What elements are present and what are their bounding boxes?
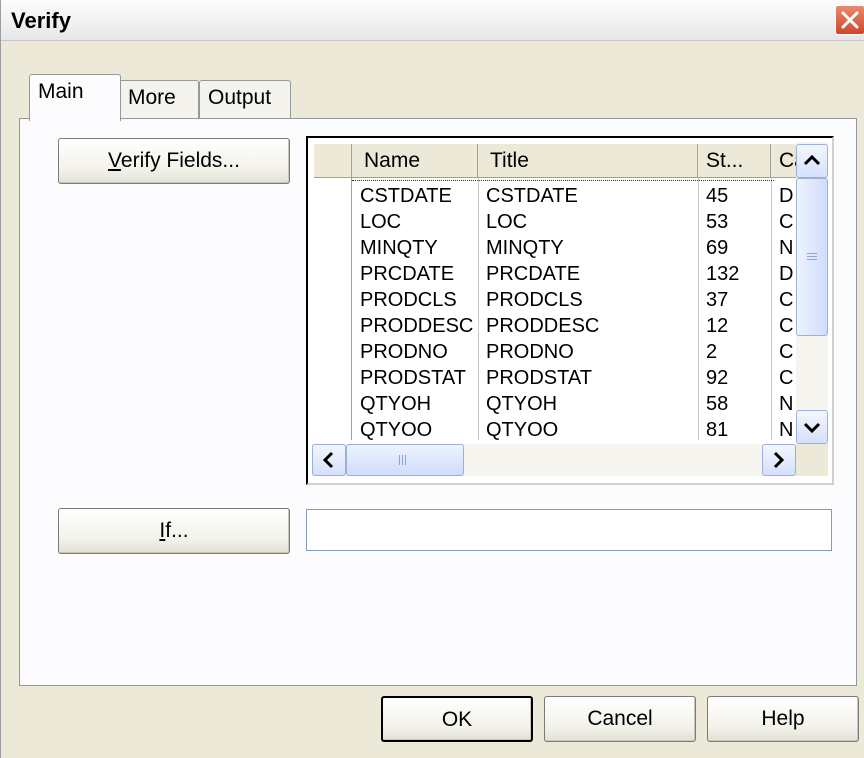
cell-st: 37 <box>706 289 729 311</box>
scrollbar-corner <box>796 444 828 476</box>
if-condition-field[interactable] <box>306 509 832 551</box>
cell-title: CSTDATE <box>486 185 578 207</box>
vertical-scrollbar[interactable] <box>796 142 828 444</box>
scroll-down-button[interactable] <box>796 410 828 444</box>
table-row[interactable]: PRODDESC PRODDESC 12 C <box>352 314 804 338</box>
cell-title: QTYOH <box>486 393 558 415</box>
tab-more[interactable]: More <box>119 80 199 118</box>
grip-line <box>807 259 817 260</box>
grid-corner-header <box>314 144 352 178</box>
table-row[interactable]: QTYOH QTYOH 58 N <box>352 392 804 416</box>
column-header-st[interactable]: St... <box>698 144 771 178</box>
cell-st: 69 <box>706 237 729 259</box>
cell-st: 132 <box>706 263 740 285</box>
table-row[interactable]: CSTDATE CSTDATE 45 D <box>352 184 804 208</box>
cell-st: 12 <box>706 315 729 337</box>
table-row[interactable]: LOC LOC 53 C <box>352 210 804 234</box>
chevron-up-icon <box>803 154 821 166</box>
verify-fields-label: Verify Fields... <box>108 149 240 172</box>
column-header-title[interactable]: Title <box>478 144 698 178</box>
cell-title: LOC <box>486 211 528 233</box>
cell-name: PRODNO <box>360 341 448 363</box>
cell-title: PRCDATE <box>486 263 581 285</box>
cell-name: LOC <box>360 211 402 233</box>
scroll-up-button[interactable] <box>796 144 828 178</box>
cell-name: PRODSTAT <box>360 367 466 389</box>
chevron-left-icon <box>322 451 334 469</box>
help-button[interactable]: Help <box>707 696 859 742</box>
verify-fields-button[interactable]: Verify Fields... <box>58 138 290 184</box>
cell-st: 45 <box>706 185 729 207</box>
chevron-down-icon <box>803 422 821 434</box>
tab-output[interactable]: Output <box>199 80 291 118</box>
grip-line <box>402 455 403 465</box>
cell-st: 92 <box>706 367 729 389</box>
table-row[interactable]: MINQTY MINQTY 69 N <box>352 236 804 260</box>
column-header-name[interactable]: Name <box>352 144 478 178</box>
chevron-right-icon <box>773 451 785 469</box>
title-bar: Verify <box>1 0 864 41</box>
cell-title: MINQTY <box>486 237 564 259</box>
grip-line <box>399 455 400 465</box>
close-icon <box>841 11 859 29</box>
scroll-right-button[interactable] <box>762 444 796 476</box>
table-row[interactable]: QTYOO QTYOO 81 N <box>352 418 804 442</box>
cell-st: 2 <box>706 341 718 363</box>
grip-line <box>807 256 817 257</box>
focus-indicator <box>352 180 774 181</box>
table-row[interactable]: PRCDATE PRCDATE 132 D <box>352 262 804 286</box>
tab-main[interactable]: Main <box>29 74 121 121</box>
cell-title: PRODNO <box>486 341 574 363</box>
horizontal-scroll-thumb[interactable] <box>346 444 464 476</box>
cell-title: PRODCLS <box>486 289 583 311</box>
if-label: If... <box>159 519 189 542</box>
row-header-column <box>314 178 352 440</box>
fields-grid[interactable]: Name Title St... Ca CSTDATE CSTDATE 45 D LOC… <box>306 136 834 485</box>
cell-st: 53 <box>706 211 729 233</box>
cell-name: MINQTY <box>360 237 438 259</box>
cell-name: PRODCLS <box>360 289 457 311</box>
vertical-scroll-thumb[interactable] <box>796 178 828 336</box>
cell-st: 81 <box>706 419 729 441</box>
window-title: Verify <box>11 8 71 33</box>
grip-line <box>405 455 406 465</box>
ok-button[interactable]: OK <box>381 696 533 742</box>
close-button[interactable] <box>835 5 864 35</box>
table-row[interactable]: PRODSTAT PRODSTAT 92 C <box>352 366 804 390</box>
cell-name: PRODDESC <box>360 315 474 337</box>
tab-more-label: More <box>128 86 176 109</box>
cell-title: PRODDESC <box>486 315 600 337</box>
if-button[interactable]: If... <box>58 508 290 554</box>
cancel-button[interactable]: Cancel <box>544 696 696 742</box>
table-row[interactable]: PRODCLS PRODCLS 37 C <box>352 288 804 312</box>
tab-output-label: Output <box>208 86 272 109</box>
table-row[interactable]: PRODNO PRODNO 2 C <box>352 340 804 364</box>
verify-dialog: Verify More Output Main Verify Fields...… <box>0 0 864 758</box>
scroll-left-button[interactable] <box>312 444 346 476</box>
cell-name: PRCDATE <box>360 263 455 285</box>
cell-name: QTYOO <box>360 419 433 441</box>
horizontal-scrollbar[interactable] <box>312 444 796 476</box>
grip-line <box>807 253 817 254</box>
cell-st: 58 <box>706 393 729 415</box>
cell-title: QTYOO <box>486 419 559 441</box>
cell-name: CSTDATE <box>360 185 452 207</box>
cell-name: QTYOH <box>360 393 432 415</box>
tab-main-label: Main <box>38 80 84 103</box>
cell-title: PRODSTAT <box>486 367 592 389</box>
